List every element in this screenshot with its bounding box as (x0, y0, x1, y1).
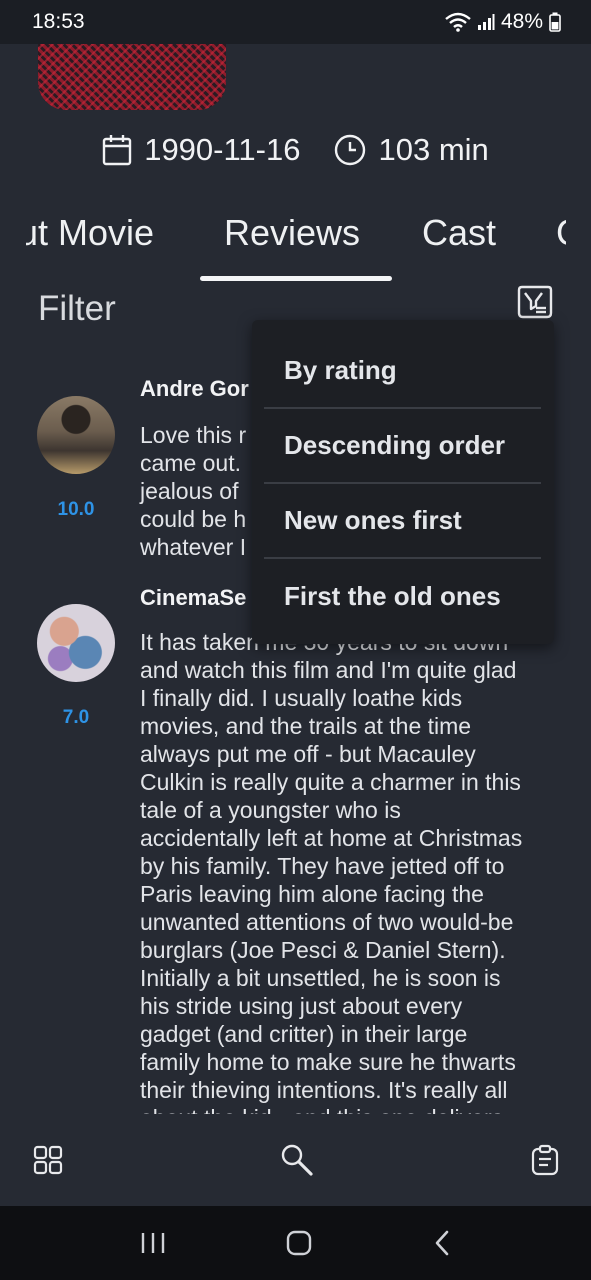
active-tab-indicator (200, 276, 392, 281)
recent-apps-icon[interactable] (140, 1231, 166, 1255)
runtime-text: 103 min (378, 132, 489, 167)
nav-clipboard-button[interactable] (527, 1142, 563, 1178)
status-time: 18:53 (32, 10, 85, 33)
back-icon[interactable] (433, 1230, 451, 1256)
calendar-icon (103, 135, 132, 166)
status-icons: 48% (445, 10, 561, 34)
movie-poster (38, 44, 226, 110)
wifi-icon (445, 12, 471, 32)
review-author: Andre Gor (140, 376, 249, 401)
tab-about-movie[interactable]: ut Movie (26, 212, 154, 254)
filter-button[interactable] (513, 280, 557, 324)
menu-item-new-ones-first[interactable]: New ones first (264, 484, 541, 559)
runtime: 103 min (334, 132, 489, 168)
bottom-navigation (0, 1114, 591, 1206)
battery-percent: 48% (500, 10, 543, 33)
nav-search-button[interactable] (279, 1142, 315, 1178)
review-text: It has taken me 30 years to sit down and… (140, 629, 523, 1114)
release-date-text: 1990-11-16 (144, 132, 301, 167)
system-navigation-bar (0, 1206, 591, 1280)
review-author: CinemaSe (140, 585, 247, 610)
filter-icon (517, 285, 553, 319)
avatar (37, 604, 115, 682)
menu-item-old-ones-first[interactable]: First the old ones (264, 559, 541, 634)
search-icon (281, 1144, 313, 1176)
nav-grid-button[interactable] (30, 1142, 66, 1178)
signal-icon (477, 14, 495, 30)
sort-dropdown-menu: By rating Descending order New ones firs… (252, 320, 554, 644)
menu-item-by-rating[interactable]: By rating (264, 334, 541, 409)
avatar (37, 396, 115, 474)
grid-icon (33, 1145, 63, 1175)
clipboard-icon (531, 1144, 559, 1176)
home-icon[interactable] (286, 1230, 312, 1256)
tab-cast[interactable]: Cast (422, 212, 496, 254)
review-rating: 7.0 (62, 707, 90, 728)
clock-icon (335, 134, 366, 166)
review-rating: 10.0 (57, 499, 95, 520)
tab-reviews[interactable]: Reviews (224, 212, 360, 254)
movie-meta: 1990-11-16 103 min (0, 128, 591, 172)
tab-next[interactable]: C (556, 212, 566, 254)
menu-item-descending-order[interactable]: Descending order (264, 409, 541, 484)
tab-bar: ut Movie Reviews Cast C (26, 200, 566, 290)
status-bar: 18:53 48% (0, 0, 591, 44)
release-date: 1990-11-16 (102, 132, 300, 168)
filter-label: Filter (38, 289, 116, 328)
battery-icon (549, 12, 561, 32)
